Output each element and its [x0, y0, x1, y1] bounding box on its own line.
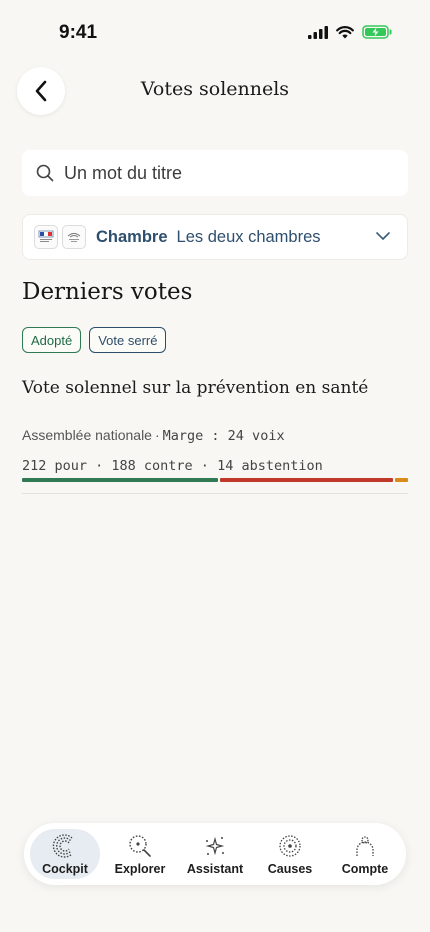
tab-label-explorer: Explorer: [114, 861, 166, 876]
chamber-value: Les deux chambres: [176, 227, 321, 246]
vote-bar-for: [22, 478, 218, 482]
senat-logo: [62, 225, 86, 249]
close-vote-badge[interactable]: Vote serré: [89, 327, 167, 353]
tab-label-assistant: Assistant: [186, 861, 244, 876]
tab-assistant[interactable]: Assistant: [180, 829, 250, 879]
vote-result-bar: [22, 478, 408, 482]
search-input[interactable]: [64, 162, 384, 184]
vote-counts: 212 pour · 188 contre · 14 abstention: [22, 458, 323, 474]
tab-label-causes: Causes: [267, 861, 313, 876]
vote-bar-against: [219, 478, 394, 482]
assemblee-logo: [34, 225, 58, 249]
divider: [22, 493, 408, 494]
status-bar: 9:41: [0, 0, 430, 60]
wifi-icon: [336, 25, 354, 38]
search-box[interactable]: [22, 150, 408, 196]
tab-account[interactable]: Compte: [330, 829, 400, 879]
vote-meta: Assemblée nationale · Marge : 24 voix: [22, 427, 285, 444]
vote-title[interactable]: Vote solennel sur la prévention en santé: [22, 378, 368, 398]
tab-bar: Cockpit Explorer Assistant Causes Compte: [24, 823, 406, 885]
chamber-select[interactable]: Chambre Les deux chambres: [22, 214, 408, 260]
account-icon: [356, 835, 374, 856]
explorer-icon: [129, 834, 151, 857]
page-title: Votes solennels: [140, 78, 290, 100]
vote-badges: Adopté Vote serré: [22, 327, 167, 353]
tab-label-account: Compte: [341, 861, 389, 876]
tab-explorer[interactable]: Explorer: [105, 829, 175, 879]
adopted-badge[interactable]: Adopté: [22, 327, 82, 353]
tab-label-cockpit: Cockpit: [42, 861, 88, 876]
section-title: Derniers votes: [22, 279, 193, 305]
status-icons: [308, 25, 392, 39]
causes-icon: [279, 834, 301, 857]
signal-icon: [308, 25, 328, 39]
chevron-down-icon: [376, 232, 390, 240]
chamber-label: Chambre: [96, 227, 168, 246]
assistant-icon: [205, 836, 225, 855]
assemblee-logo-icon: [38, 230, 54, 242]
meta-separator: ·: [154, 427, 160, 443]
tab-causes[interactable]: Causes: [255, 829, 325, 879]
vote-bar-abstention: [395, 478, 408, 482]
battery-charging-icon: [362, 25, 392, 39]
tab-cockpit[interactable]: Cockpit: [30, 829, 100, 879]
status-time: 9:41: [59, 22, 98, 43]
senat-logo-icon: [67, 233, 81, 242]
vote-institution: Assemblée nationale: [22, 427, 152, 443]
vote-margin: Marge : 24 voix: [162, 428, 285, 444]
cockpit-icon: [52, 833, 73, 858]
search-icon: [36, 164, 54, 182]
